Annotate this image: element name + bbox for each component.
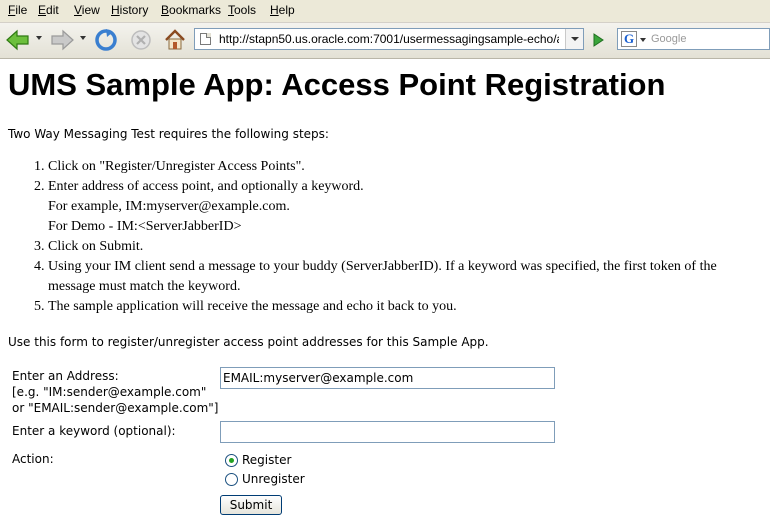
home-button[interactable] <box>161 27 189 53</box>
stop-button[interactable] <box>127 27 155 53</box>
action-label: Action: <box>12 452 54 466</box>
unregister-radio[interactable] <box>225 472 238 486</box>
menu-help[interactable]: Help <box>270 3 295 17</box>
intro-text: Two Way Messaging Test requires the foll… <box>8 127 329 141</box>
reload-icon <box>95 29 117 51</box>
home-icon <box>165 29 185 50</box>
forward-dropdown-icon[interactable] <box>80 36 86 40</box>
url-history-dropdown-icon[interactable] <box>565 29 583 49</box>
steps-list: Click on "Register/Unregister Access Poi… <box>8 157 770 317</box>
register-option[interactable]: Register <box>225 453 291 467</box>
step-item: Using your IM client send a message to y… <box>48 257 770 297</box>
step-line: message must match the keyword. <box>48 279 241 294</box>
menu-file[interactable]: File <box>8 3 27 17</box>
go-icon <box>593 33 604 47</box>
keyword-label: Enter a keyword (optional): <box>12 424 176 438</box>
menu-view[interactable]: View <box>74 3 100 17</box>
search-engine-icon[interactable]: G <box>621 31 637 47</box>
step-line: Enter address of access point, and optio… <box>48 179 364 194</box>
menu-bar: File Edit View History Bookmarks Tools H… <box>0 0 770 23</box>
stop-icon <box>131 30 151 50</box>
step-line: For Demo - IM:<ServerJabberID> <box>48 219 242 234</box>
forward-button[interactable] <box>48 27 76 53</box>
search-bar[interactable]: G Google <box>617 28 770 50</box>
address-label-line: or "EMAIL:sender@example.com"] <box>12 401 219 415</box>
step-line: Click on "Register/Unregister Access Poi… <box>48 159 305 174</box>
keyword-input[interactable] <box>220 421 555 443</box>
reload-button[interactable] <box>92 27 120 53</box>
step-line: The sample application will receive the … <box>48 299 457 314</box>
url-bar[interactable]: http://stapn50.us.oracle.com:7001/userme… <box>194 28 584 50</box>
step-line: Using your IM client send a message to y… <box>48 259 717 274</box>
register-label: Register <box>242 453 292 467</box>
menu-tools[interactable]: Tools <box>228 3 256 17</box>
menu-edit[interactable]: Edit <box>38 3 59 17</box>
page-title: UMS Sample App: Access Point Registratio… <box>8 67 666 102</box>
unregister-option[interactable]: Unregister <box>225 472 305 486</box>
page-icon <box>200 33 211 45</box>
step-line: Click on Submit. <box>48 239 144 254</box>
submit-button[interactable]: Submit <box>220 495 282 515</box>
search-engine-dropdown-icon[interactable] <box>640 38 646 42</box>
step-line: For example, IM:myserver@example.com. <box>48 199 290 214</box>
page-content: UMS Sample App: Access Point Registratio… <box>0 59 770 519</box>
unregister-label: Unregister <box>242 472 305 486</box>
step-item: Click on "Register/Unregister Access Poi… <box>48 157 770 177</box>
navigation-toolbar: http://stapn50.us.oracle.com:7001/userme… <box>0 23 770 59</box>
search-input[interactable]: Google <box>651 33 686 45</box>
back-icon <box>6 29 29 51</box>
step-item: Enter address of access point, and optio… <box>48 177 770 237</box>
address-label-line: Enter an Address: <box>12 369 119 383</box>
back-button[interactable] <box>4 27 32 53</box>
back-dropdown-icon[interactable] <box>36 36 42 40</box>
form-intro-text: Use this form to register/unregister acc… <box>8 335 489 349</box>
address-label-line: [e.g. "IM:sender@example.com" <box>12 385 207 399</box>
address-label: Enter an Address: [e.g. "IM:sender@examp… <box>12 368 219 416</box>
step-item: Click on Submit. <box>48 237 770 257</box>
menu-bookmarks[interactable]: Bookmarks <box>161 3 221 17</box>
step-item: The sample application will receive the … <box>48 297 770 317</box>
forward-icon <box>51 29 74 51</box>
go-button[interactable] <box>588 27 608 53</box>
address-input[interactable]: EMAIL:myserver@example.com <box>220 367 555 389</box>
register-radio[interactable] <box>225 453 238 467</box>
url-input[interactable]: http://stapn50.us.oracle.com:7001/userme… <box>219 32 559 46</box>
menu-history[interactable]: History <box>111 3 148 17</box>
